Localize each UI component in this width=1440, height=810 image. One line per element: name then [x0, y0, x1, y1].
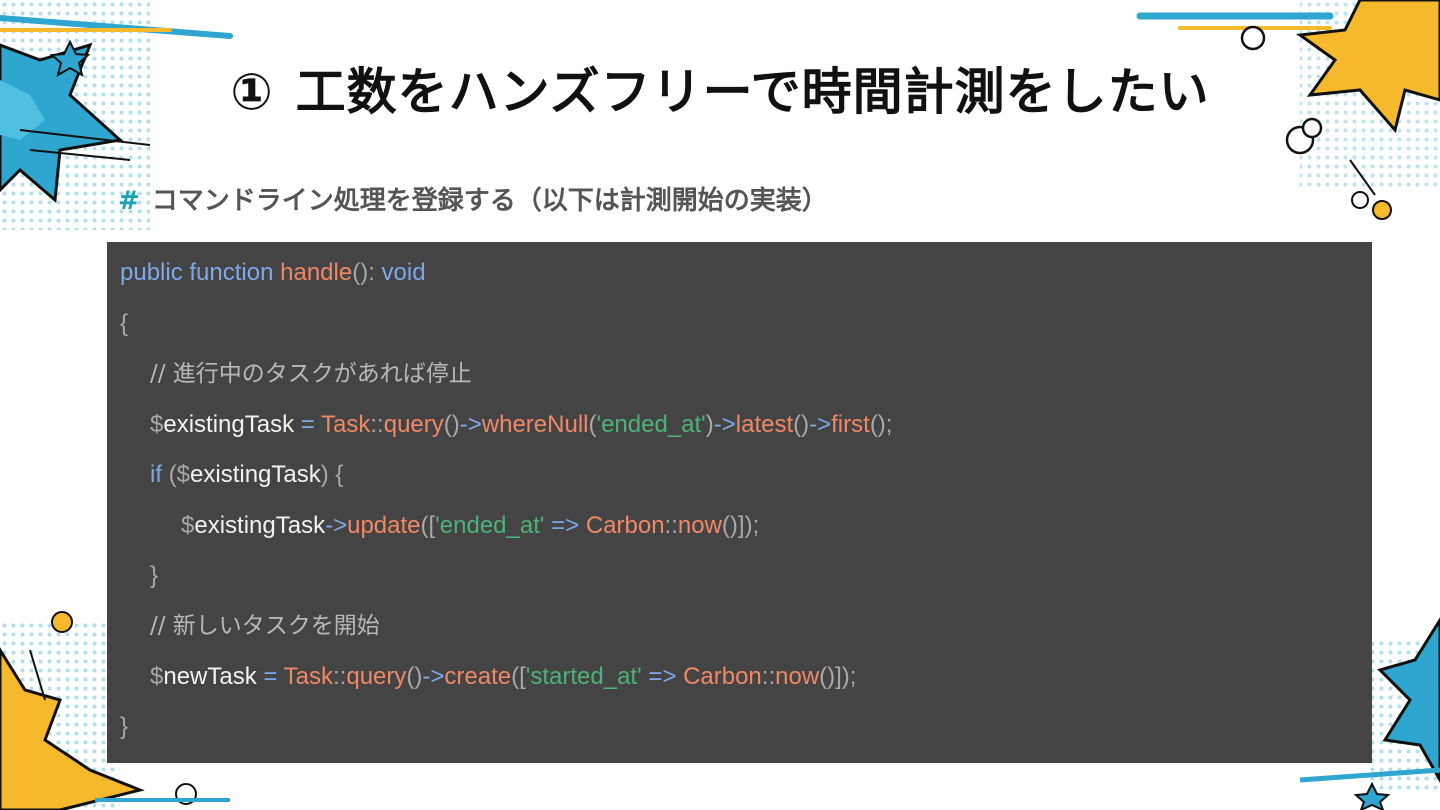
operator: =>	[641, 663, 684, 690]
code-line-7: }	[150, 556, 158, 596]
class-name: Carbon	[585, 512, 665, 539]
hash-icon: #	[118, 186, 140, 216]
punct: :	[368, 259, 375, 286]
punct: ()]);	[721, 512, 760, 539]
method: first	[831, 411, 870, 438]
operator: ->	[713, 411, 736, 438]
dollar: $	[176, 461, 191, 488]
punct: ()	[406, 663, 423, 690]
operator: ->	[809, 411, 832, 438]
class-name: Task	[283, 663, 334, 690]
dollar: $	[181, 512, 195, 539]
method: query	[346, 663, 407, 690]
string: 'started_at'	[525, 663, 642, 690]
code-comment: // 新しいタスクを開始	[150, 613, 380, 639]
punct: )	[705, 411, 714, 438]
code-line-5: if ($existingTask) {	[150, 455, 343, 495]
operator: =	[294, 411, 322, 438]
brace: {	[120, 310, 129, 337]
code-line-1: public function handle(): void	[120, 253, 426, 293]
section-subtitle: # コマンドライン処理を登録する（以下は計測開始の実装）	[118, 180, 828, 217]
code-line-2: {	[120, 304, 128, 344]
code-line-8: // 新しいタスクを開始	[150, 606, 380, 646]
class-name: Carbon	[683, 663, 762, 690]
operator: ->	[422, 663, 445, 690]
method: now	[775, 663, 820, 690]
punct: ) {	[320, 461, 344, 488]
operator: ->	[325, 512, 348, 539]
subtitle-text: コマンドライン処理を登録する（以下は計測開始の実装）	[151, 186, 828, 216]
code-line-3: // 進行中のタスクがあれば停止	[150, 354, 472, 394]
string: 'ended_at'	[596, 411, 706, 438]
variable: existingTask	[190, 461, 321, 488]
variable: existingTask	[194, 512, 326, 539]
method: query	[383, 411, 444, 438]
punct: ::	[370, 411, 384, 438]
punct: ()	[793, 411, 810, 438]
class-name: Task	[321, 411, 371, 438]
punct: ()	[352, 259, 369, 286]
variable: existingTask	[163, 411, 295, 438]
function-name: handle	[280, 259, 353, 286]
code-line-4: $existingTask = Task::query()->whereNull…	[150, 405, 892, 445]
punct: ([	[511, 663, 526, 690]
slide-title: ① 工数をハンズフリーで時間計測をしたい	[0, 52, 1440, 124]
punct: (	[162, 461, 177, 488]
title-text: 工数をハンズフリーで時間計測をしたい	[295, 63, 1210, 121]
code-line-6: $existingTask->update(['ended_at' => Car…	[181, 506, 759, 546]
operator: =	[256, 663, 284, 690]
string: 'ended_at'	[435, 512, 545, 539]
code-line-9: $newTask = Task::query()->create(['start…	[150, 657, 856, 697]
keyword-function: function	[189, 259, 274, 286]
dollar: $	[150, 411, 164, 438]
keyword-public: public	[120, 259, 183, 286]
operator: ->	[459, 411, 482, 438]
code-block: public function handle(): void { // 進行中の…	[107, 242, 1372, 763]
method: create	[444, 663, 512, 690]
method: latest	[735, 411, 794, 438]
brace: }	[120, 713, 129, 740]
punct: ()]);	[819, 663, 857, 690]
variable: newTask	[163, 663, 257, 690]
punct: ()	[443, 411, 460, 438]
punct: ::	[761, 663, 776, 690]
brace: }	[150, 562, 159, 589]
keyword-void: void	[381, 259, 426, 286]
method: now	[677, 512, 722, 539]
method: update	[347, 512, 421, 539]
operator: =>	[544, 512, 586, 539]
punct: ([	[420, 512, 436, 539]
punct: ::	[664, 512, 678, 539]
code-comment: // 進行中のタスクがあれば停止	[150, 361, 472, 387]
punct: ::	[333, 663, 347, 690]
method: whereNull	[481, 411, 589, 438]
code-line-10: }	[120, 707, 128, 747]
keyword-if: if	[150, 461, 162, 488]
title-number: ①	[230, 63, 274, 121]
dollar: $	[150, 663, 164, 690]
punct: ();	[869, 411, 893, 438]
